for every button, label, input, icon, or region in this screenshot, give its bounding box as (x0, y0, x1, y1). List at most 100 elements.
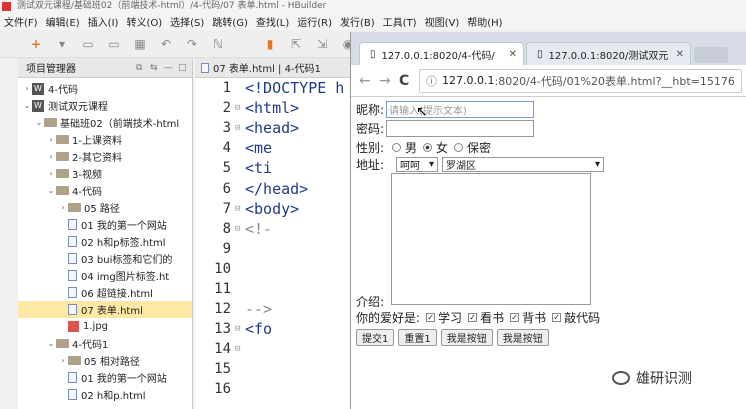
tree-item[interactable]: ⌄ 4-代码 (18, 182, 192, 199)
project-title[interactable]: 项目管理器 (26, 60, 136, 75)
plain-button-1[interactable]: 我是按钮 (440, 329, 493, 346)
dropdown-icon[interactable]: ▾ (54, 36, 70, 52)
import-icon[interactable]: ⇲ (314, 36, 330, 52)
fold-icon[interactable]: ⊟ (235, 123, 245, 133)
tree-item[interactable]: 01 我的第一个网站 (18, 369, 192, 386)
collapse-icon[interactable]: ⧉ (136, 63, 150, 73)
tree-item[interactable]: › 3-视频 (18, 165, 192, 182)
tree-item[interactable]: › 05 路径 (18, 199, 192, 216)
tree-item[interactable]: 02 h和p标签.html (18, 233, 192, 250)
fold-icon[interactable]: ⊟ (235, 224, 245, 234)
hobby-code-checkbox[interactable]: ✓ (552, 313, 562, 322)
save-all-icon[interactable]: ▭ (106, 36, 122, 52)
tree-item[interactable]: 1.jpg (18, 318, 192, 335)
menu-view[interactable]: 视图(V) (425, 14, 460, 29)
browser-tab-active[interactable]: ▯ 127.0.0.1:8020/4-代码/ ✕ (359, 42, 524, 65)
gender-female-radio[interactable] (423, 143, 433, 152)
new-tab-button[interactable] (694, 47, 728, 63)
gender-male-label: 男 (405, 141, 418, 155)
fold-icon[interactable]: ⊟ (235, 344, 245, 354)
address-bar[interactable]: ⓘ 127.0.0.1 :8020/4-代码/01%20表单.html?__hb… (419, 68, 742, 93)
reset-button[interactable]: 重置1 (398, 329, 437, 346)
folder-icon (56, 169, 69, 178)
fold-icon[interactable]: ⊟ (235, 324, 245, 334)
menu-help[interactable]: 帮助(H) (467, 14, 502, 29)
code-line: 10 (214, 260, 231, 277)
forward-icon[interactable]: → (379, 73, 399, 89)
district-select[interactable]: 罗湖区 ▾ (442, 157, 604, 172)
menu-tools[interactable]: 工具(T) (383, 14, 417, 29)
code-lines[interactable]: 1 <!DOCTYPE h 2 ⊟ <html> 3 ⊟ <head> 4 <me 5 … (195, 78, 350, 400)
hobby-study-checkbox[interactable]: ✓ (426, 313, 436, 322)
folder-icon (68, 356, 81, 365)
address-label: 地址: (356, 158, 385, 172)
tree-item[interactable]: › 05 相对路径 (18, 352, 192, 369)
back-icon[interactable]: ← (359, 73, 379, 89)
chevron-down-icon: ▾ (594, 159, 600, 170)
hobby-memorize-checkbox[interactable]: ✓ (510, 313, 520, 322)
tree-item[interactable]: ⌄ 基础班02（前端技术-html (18, 114, 192, 131)
save-icon[interactable]: ▭ (80, 36, 96, 52)
browser-window: ▯ 127.0.0.1:8020/4-代码/ ✕ ▯ 127.0.0.1:802… (350, 32, 746, 409)
nickname-label: 昵称: (356, 103, 385, 117)
export-icon[interactable]: ⇱ (288, 36, 304, 52)
format-icon[interactable]: ℕ (210, 36, 226, 52)
tree-item[interactable]: › 2-其它资料 (18, 148, 192, 165)
tree-item[interactable]: 06 超链接.html (18, 284, 192, 301)
plain-button-2[interactable]: 我是按钮 (496, 329, 549, 346)
bookmark-icon[interactable]: ▮ (262, 36, 278, 52)
html-file-icon (68, 304, 77, 315)
minimize-icon[interactable]: — (164, 63, 178, 73)
tree-item-selected[interactable]: 07 表单.html (18, 301, 192, 318)
menu-file[interactable]: 文件(F) (4, 14, 38, 29)
close-icon[interactable]: ✕ (676, 49, 684, 60)
new-icon[interactable]: + (28, 36, 44, 52)
city-select[interactable]: 呵呵 ▾ (396, 157, 438, 172)
fold-icon[interactable]: ⊟ (235, 204, 245, 214)
browser-tab[interactable]: ▯ 127.0.0.1:8020/测试双元 ✕ (526, 42, 691, 65)
page-icon: ▯ (370, 48, 376, 60)
tree-item[interactable]: › 1-上课资料 (18, 131, 192, 148)
submit-button[interactable]: 提交1 (356, 329, 395, 346)
menu-escape[interactable]: 转义(O) (126, 14, 162, 29)
fold-icon[interactable]: ⊟ (235, 103, 245, 113)
maximize-icon[interactable]: □ (178, 63, 192, 73)
tree-item[interactable]: › W 4-代码 (18, 80, 192, 97)
code-line: 5 <ti (222, 159, 273, 178)
close-icon[interactable]: ✕ (509, 49, 517, 60)
hobby-label: 你的爱好是: (356, 311, 421, 325)
history-icon[interactable]: ▦ (132, 36, 148, 52)
gender-secret-radio[interactable] (454, 143, 464, 152)
hbuilder-logo-icon (2, 2, 11, 11)
menu-find[interactable]: 查找(L) (256, 14, 289, 29)
nickname-input[interactable]: 请输入(提示文本) (386, 101, 534, 118)
editor-tab[interactable]: 07 表单.html | 4-代码1 (195, 58, 350, 78)
tree-item[interactable]: 04 img图片标签.ht (18, 267, 192, 284)
menu-select[interactable]: 选择(S) (170, 14, 204, 29)
project-icon: W (32, 82, 44, 95)
redo-icon[interactable]: ↷ (184, 36, 200, 52)
html-file-icon (201, 62, 209, 73)
hobby-read-checkbox[interactable]: ✓ (468, 313, 478, 322)
gender-male-radio[interactable] (392, 143, 401, 152)
menu-run[interactable]: 运行(R) (297, 14, 332, 29)
tree-item[interactable]: 03 bui标签和它们的 (18, 250, 192, 267)
chevron-right-icon: › (61, 356, 65, 365)
tree-item[interactable]: 02 h和p.html (18, 386, 192, 403)
chevron-right-icon: › (49, 152, 53, 161)
password-input[interactable] (386, 120, 534, 137)
code-editor: 07 表单.html | 4-代码1 1 <!DOCTYPE h 2 ⊟ <html>… (195, 58, 350, 409)
tree-item[interactable]: 01 我的第一个网站 (18, 216, 192, 233)
menu-publish[interactable]: 发行(B) (340, 14, 375, 29)
link-icon[interactable]: ⇆ (150, 63, 164, 73)
app-window: 测试双元课程/基础班02（前端技术-html）/4-代码/07 表单.html … (0, 0, 746, 409)
reload-icon[interactable]: C (399, 73, 419, 89)
menu-insert[interactable]: 插入(I) (88, 14, 119, 29)
menu-edit[interactable]: 编辑(E) (46, 14, 80, 29)
undo-icon[interactable]: ↶ (158, 36, 174, 52)
menu-goto[interactable]: 跳转(G) (212, 14, 248, 29)
intro-textarea[interactable] (391, 173, 591, 305)
tree-item[interactable]: ⌄ W 测试双元课程 (18, 97, 192, 114)
tree-item[interactable]: ⌄ 4-代码1 (18, 335, 192, 352)
page-content: 昵称: 请输入(提示文本) 密码: 性别: 男 女 保密 地址: 呵呵 ▾ 罗湖… (351, 97, 746, 346)
